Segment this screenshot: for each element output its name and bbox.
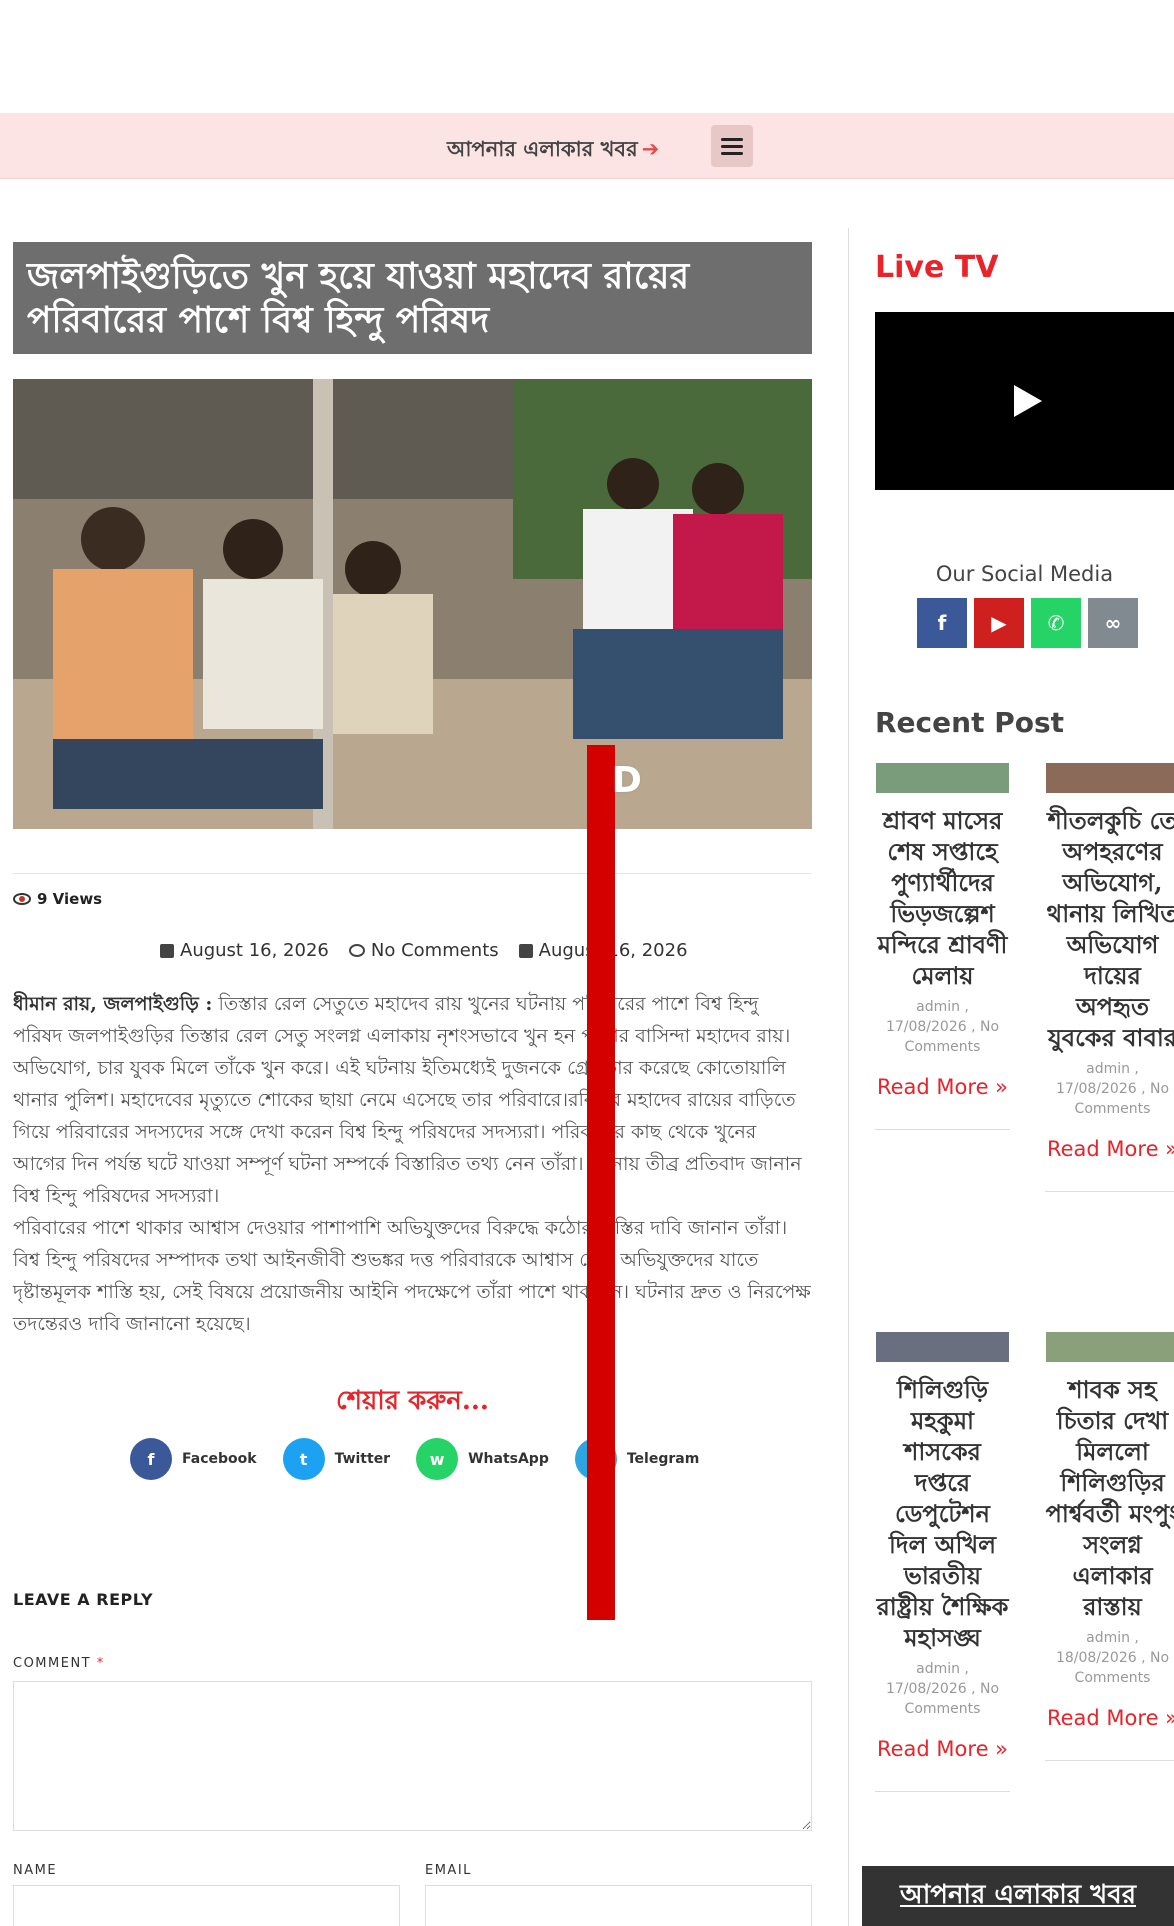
email-label: EMAIL [425, 1863, 472, 1878]
post-title[interactable]: শাবক সহ চিতার দেখা মিললো শিলিগুড়ির পার্… [1045, 1374, 1174, 1622]
article-hero-image [13, 379, 812, 829]
post-thumbnail[interactable] [1046, 763, 1174, 793]
whatsapp-icon[interactable]: ✆ [1031, 598, 1081, 648]
post-meta: admin , 17/08/2026 , No Comments [885, 999, 1000, 1055]
social-icons: f ▶ ✆ ∞ [917, 598, 1138, 648]
post-divider [875, 1791, 1010, 1792]
hamburger-icon [721, 137, 743, 155]
eye-icon [13, 893, 31, 905]
share-facebook-button[interactable]: f Facebook [130, 1438, 257, 1480]
calendar-icon [160, 943, 174, 958]
name-field[interactable] [13, 1885, 400, 1926]
post-divider [1045, 1191, 1174, 1192]
recent-post-item[interactable]: শাবক সহ চিতার দেখা মিললো শিলিগুড়ির পার্… [1045, 1332, 1174, 1761]
divider [13, 873, 812, 874]
share-facebook-label: Facebook [182, 1451, 257, 1467]
facebook-icon[interactable]: f [917, 598, 967, 648]
youtube-icon[interactable]: ▶ [974, 598, 1024, 648]
paragraph-1: তিস্তার রেল সেতুতে মহাদেব রায় খুনের ঘটন… [13, 993, 802, 1207]
share-whatsapp-button[interactable]: w WhatsApp [416, 1438, 549, 1480]
read-more-link[interactable]: Read More » [875, 1075, 1010, 1099]
article-title-box: জলপাইগুড়িতে খুন হয়ে যাওয়া মহাদেব রায়… [13, 242, 812, 354]
required-mark: * [96, 1656, 105, 1671]
play-icon[interactable] [1013, 385, 1042, 417]
area-news-link[interactable]: আপনার এলাকার খবর ➔ [447, 133, 659, 168]
area-news-banner[interactable]: আপনার এলাকার খবর [862, 1866, 1174, 1926]
twitter-icon: t [282, 1438, 325, 1480]
post-thumbnail[interactable] [876, 1332, 1009, 1362]
article-body: ধীমান রায়, জলপাইগুড়ি : তিস্তার রেল সেত… [13, 988, 812, 1340]
article-title: জলপাইগুড়িতে খুন হয়ে যাওয়া মহাদেব রায়… [27, 255, 690, 341]
top-bar: আপনার এলাকার খবর ➔ [0, 113, 1174, 179]
comment-label-text: COMMENT [13, 1656, 92, 1671]
byline: ধীমান রায়, জলপাইগুড়ি : [13, 993, 213, 1015]
recent-post-item[interactable]: শ্রাবণ মাসের শেষ সপ্তাহে পুণ্যার্থীদের ভ… [875, 763, 1010, 1130]
comments-count[interactable]: No Comments [348, 940, 499, 961]
comment-icon [348, 944, 365, 957]
area-news-banner-label[interactable]: আপনার এলাকার খবর [900, 1874, 1136, 1918]
share-telegram-label: Telegram [626, 1451, 700, 1467]
views-count: 9 Views [37, 890, 103, 908]
share-twitter-label: Twitter [334, 1451, 391, 1467]
article-paragraph: ধীমান রায়, জলপাইগুড়ি : তিস্তার রেল সেত… [13, 988, 812, 1212]
post-meta: admin , 17/08/2026 , No Comments [885, 1661, 1000, 1717]
link-icon[interactable]: ∞ [1088, 598, 1138, 648]
post-meta: admin , 17/08/2026 , No Comments [1055, 1061, 1170, 1117]
read-more-link[interactable]: Read More » [1045, 1706, 1174, 1730]
share-twitter-button[interactable]: t Twitter [282, 1438, 391, 1480]
comments-count-text: No Comments [370, 940, 499, 961]
social-media-heading: Our Social Media [935, 562, 1114, 586]
recent-post-item[interactable]: শীতলকুচি তে অপহরণের অভিযোগ, থানায় লিখিত… [1045, 763, 1174, 1192]
overlay-letter: D [612, 760, 642, 801]
leave-reply-heading: LEAVE A REPLY [13, 1590, 154, 1609]
post-thumbnail[interactable] [1046, 1332, 1174, 1362]
facebook-icon: f [130, 1438, 172, 1480]
comment-label: COMMENT * [13, 1656, 105, 1671]
live-tv-player[interactable] [875, 312, 1174, 490]
name-label: NAME [13, 1863, 58, 1878]
published-date[interactable]: August 16, 2026 [160, 940, 329, 961]
read-more-link[interactable]: Read More » [875, 1737, 1010, 1761]
menu-button[interactable] [711, 125, 753, 167]
views-counter: 9 Views [13, 890, 102, 908]
area-news-label: আপনার এলাকার খবর [447, 137, 638, 161]
post-title[interactable]: শীতলকুচি তে অপহরণের অভিযোগ, থানায় লিখিত… [1045, 805, 1174, 1053]
recent-post-heading: Recent Post [875, 706, 1065, 739]
comment-textarea[interactable] [13, 1681, 812, 1831]
live-tv-heading: Live TV [875, 250, 999, 285]
post-meta: admin , 18/08/2026 , No Comments [1055, 1630, 1170, 1686]
recent-post-item[interactable]: শিলিগুড়ি মহকুমা শাসকের দপ্তরে ডেপুটেশন … [875, 1332, 1010, 1792]
paragraph-2: পরিবারের পাশে থাকার আশ্বাস দেওয়ার পাশাপ… [13, 1217, 811, 1335]
calendar-icon [518, 943, 533, 958]
post-divider [875, 1129, 1010, 1130]
email-field[interactable] [425, 1885, 812, 1926]
post-thumbnail[interactable] [876, 763, 1009, 793]
sidebar-divider [848, 228, 849, 1926]
share-whatsapp-label: WhatsApp [468, 1451, 549, 1467]
published-date-text: August 16, 2026 [180, 940, 329, 961]
read-more-link[interactable]: Read More » [1045, 1137, 1174, 1161]
arrow-right-icon: ➔ [641, 137, 660, 161]
whatsapp-icon: w [416, 1438, 459, 1480]
share-title: শেয়ার করুন... [336, 1386, 489, 1416]
post-title[interactable]: শ্রাবণ মাসের শেষ সপ্তাহে পুণ্যার্থীদের ভ… [875, 805, 1010, 991]
red-overlay-bar [587, 745, 615, 1620]
post-divider [1045, 1760, 1174, 1761]
post-title[interactable]: শিলিগুড়ি মহকুমা শাসকের দপ্তরে ডেপুটেশন … [875, 1374, 1010, 1653]
